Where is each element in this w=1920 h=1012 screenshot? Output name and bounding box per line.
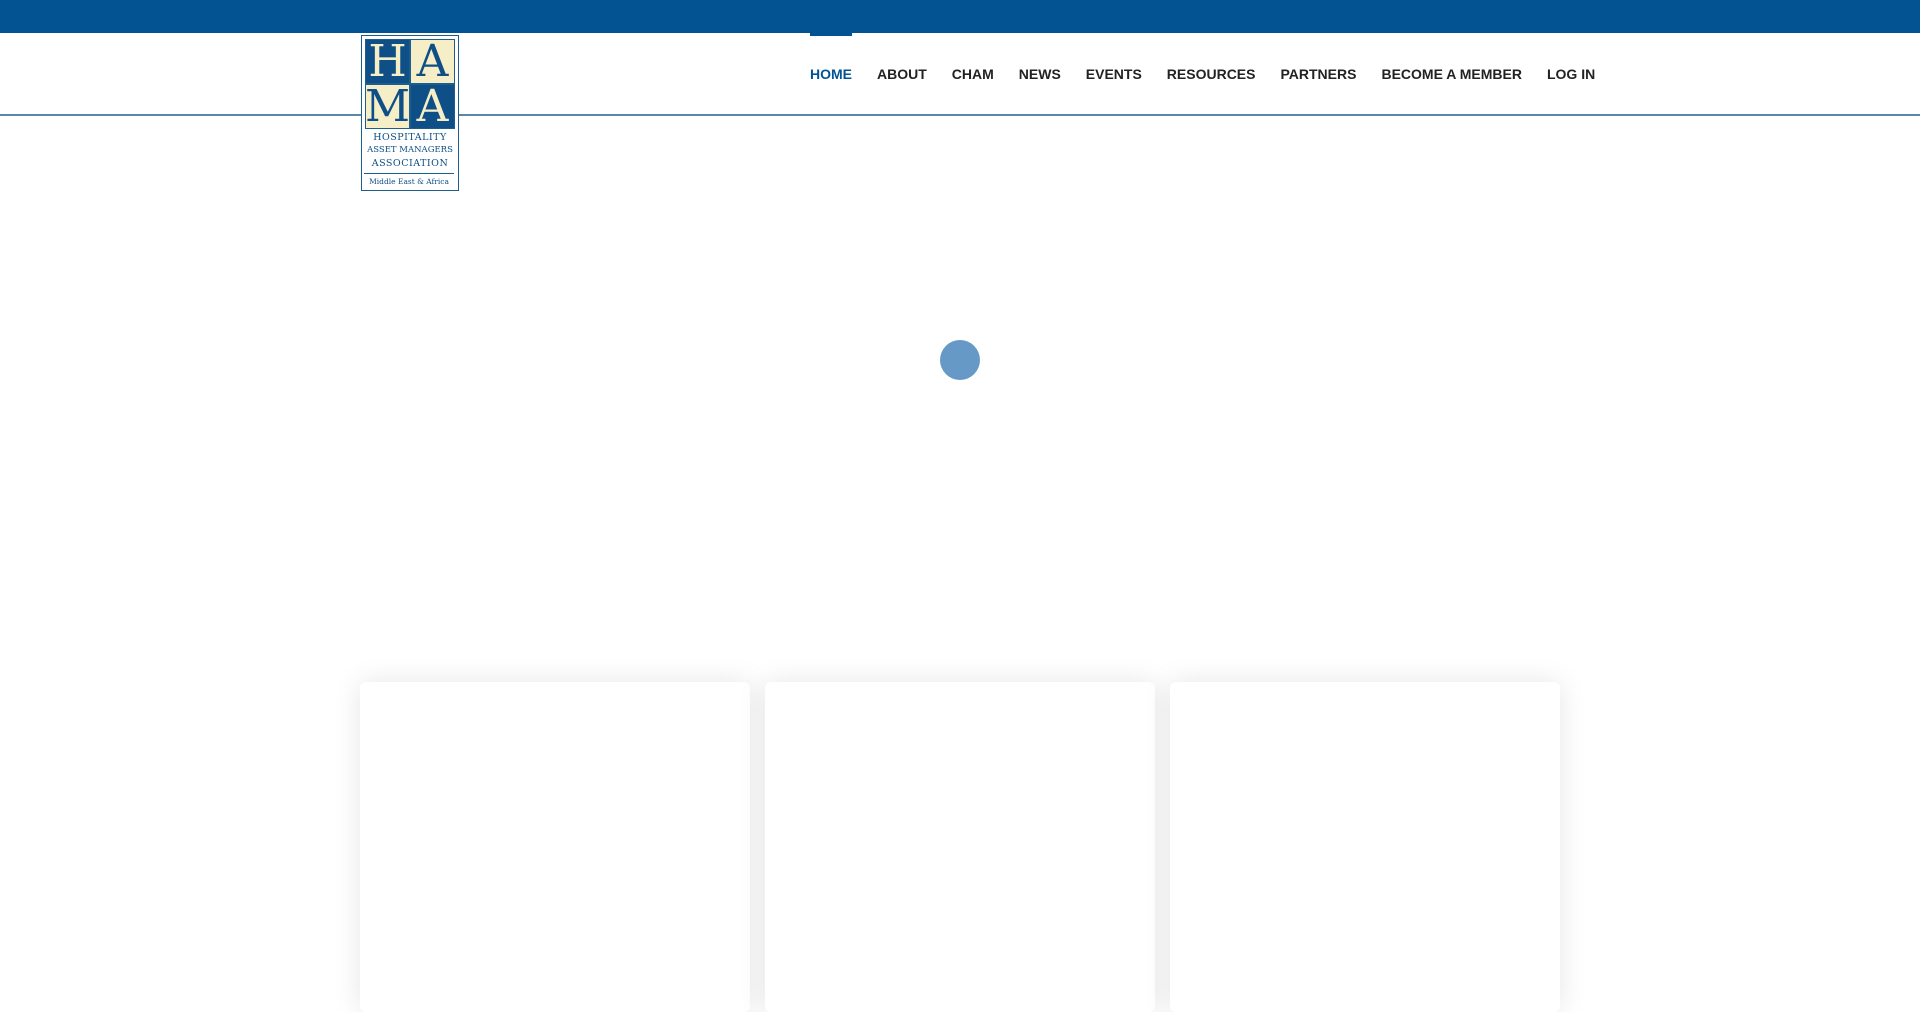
nav-item-partners[interactable]: PARTNERS xyxy=(1268,33,1369,116)
logo-letter-h: H xyxy=(365,39,410,84)
hama-logo[interactable]: H A M A HOSPITALITY ASSET MANAGERS ASSOC… xyxy=(361,35,459,191)
logo-monogram: H A M A xyxy=(365,39,455,129)
nav-item-events[interactable]: EVENTS xyxy=(1073,33,1154,116)
content-card-1 xyxy=(360,682,750,1012)
logo-line-3: ASSOCIATION xyxy=(371,158,449,169)
nav-item-become-a-member[interactable]: BECOME A MEMBER xyxy=(1369,33,1535,116)
logo-letter-a2: A xyxy=(410,84,455,129)
logo-letter-m: M xyxy=(364,80,411,132)
nav-item-log-in[interactable]: LOG IN xyxy=(1534,33,1607,116)
nav-item-about[interactable]: ABOUT xyxy=(865,33,940,116)
nav-item-cham[interactable]: CHAM xyxy=(939,33,1006,116)
main-navigation: HOME ABOUT CHAM NEWS EVENTS RESOURCES PA… xyxy=(810,33,1608,116)
loading-spinner xyxy=(940,340,980,380)
logo-letter-a: A xyxy=(410,39,455,84)
content-card-2 xyxy=(765,682,1155,1012)
logo-line-2: ASSET MANAGERS xyxy=(367,145,453,155)
content-card-3 xyxy=(1170,682,1560,1012)
nav-item-news[interactable]: NEWS xyxy=(1006,33,1073,116)
logo-subtitle: Middle East & Africa xyxy=(364,173,454,186)
logo-wordmark: HOSPITALITY ASSET MANAGERS ASSOCIATION xyxy=(362,131,458,170)
top-bar xyxy=(0,0,1920,33)
logo-line-1: HOSPITALITY xyxy=(373,132,447,143)
nav-item-home[interactable]: HOME xyxy=(810,33,865,116)
nav-item-resources[interactable]: RESOURCES xyxy=(1154,33,1268,116)
